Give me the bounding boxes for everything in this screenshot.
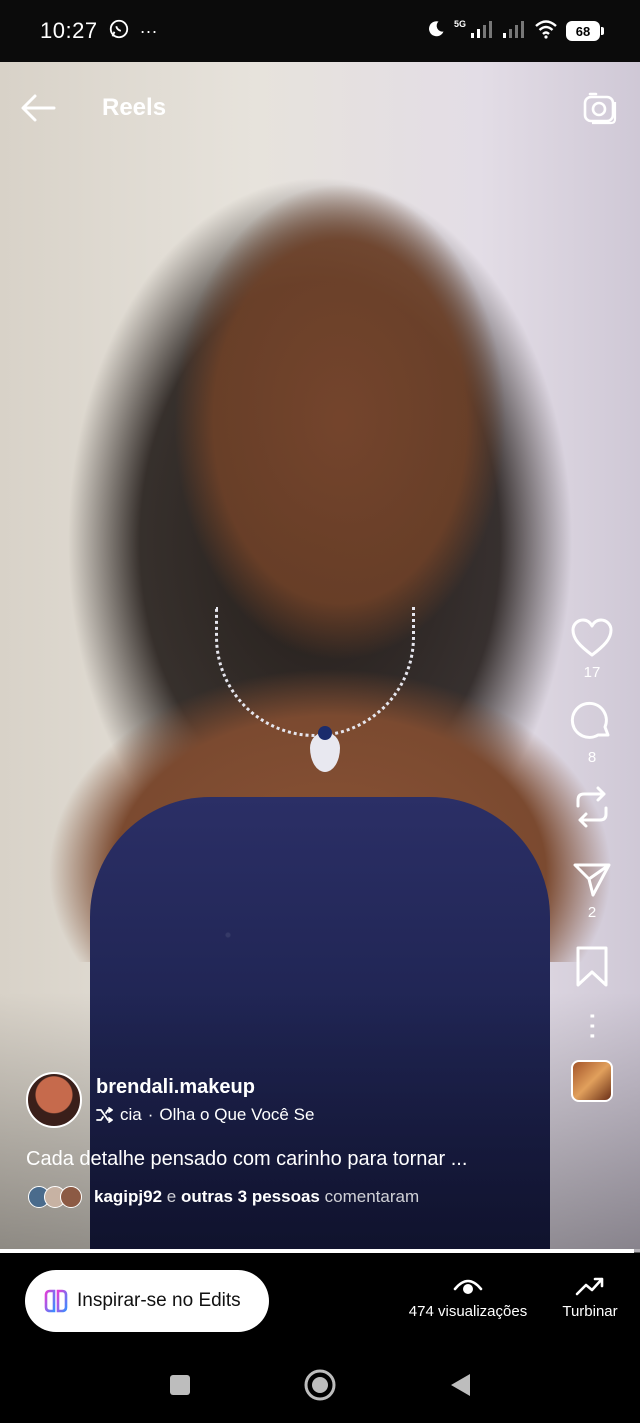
signal-icon — [470, 19, 494, 44]
comment-count: 8 — [587, 749, 597, 766]
home-button[interactable] — [300, 1365, 340, 1405]
comment-verb: comentaram — [324, 1187, 420, 1206]
back-nav-button[interactable] — [440, 1365, 480, 1405]
commenter-avatars — [28, 1186, 82, 1208]
shuffle-icon — [96, 1106, 113, 1123]
signal-icon-2 — [502, 19, 526, 44]
top-bar: Reels — [0, 85, 640, 131]
wifi-icon — [534, 19, 558, 44]
status-left: 10:27 ··· — [40, 18, 158, 45]
audio-title: Olha o Que Você Se — [159, 1104, 315, 1124]
action-rail: 17 8 2 ⋯ — [566, 618, 618, 1102]
comment-icon[interactable] — [570, 699, 614, 743]
commenter-name: kagipj92 — [94, 1187, 163, 1206]
home-circle-icon — [304, 1369, 336, 1401]
save-action — [574, 945, 610, 989]
send-icon[interactable] — [572, 862, 612, 898]
edits-icon — [44, 1289, 68, 1313]
comment-preview[interactable]: kagipj92 e outras 3 pessoas comentaram — [28, 1186, 419, 1208]
like-count: 17 — [583, 664, 601, 681]
boost-label: Turbinar — [562, 1303, 618, 1320]
square-icon — [170, 1375, 190, 1395]
repost-icon[interactable] — [572, 784, 612, 830]
bottom-bar: Inspirar-se no Edits 474 visualizações T… — [0, 1253, 640, 1353]
whatsapp-icon — [108, 18, 130, 45]
heart-icon[interactable] — [570, 618, 614, 658]
eye-icon — [453, 1279, 483, 1294]
share-action: 2 — [572, 862, 612, 921]
edits-label: Inspirar-se no Edits — [77, 1290, 241, 1311]
audio-separator: · — [147, 1104, 154, 1124]
bookmark-icon[interactable] — [574, 945, 610, 989]
network-type: 5G — [453, 19, 466, 29]
audio-thumbnail[interactable] — [571, 1060, 613, 1102]
audio-line[interactable]: cia · Olha o Que Você Se — [96, 1105, 314, 1125]
post-caption[interactable]: Cada detalhe pensado com carinho para to… — [26, 1148, 546, 1171]
comment-others: outras 3 pessoas — [180, 1187, 320, 1206]
recents-button[interactable] — [160, 1365, 200, 1405]
camera-icon — [583, 92, 617, 125]
share-count: 2 — [587, 904, 597, 921]
back-button[interactable] — [20, 88, 60, 128]
audio-artist: cia — [120, 1104, 142, 1124]
arrow-left-icon — [21, 94, 56, 122]
boost-button[interactable]: Turbinar — [554, 1275, 626, 1320]
page-title: Reels — [102, 94, 167, 121]
triangle-back-icon — [451, 1374, 470, 1396]
views-stat[interactable]: 474 visualizações — [400, 1275, 536, 1320]
avatar[interactable] — [26, 1072, 82, 1128]
status-bar: 10:27 ··· 5G 68 — [0, 0, 640, 62]
status-right: 5G 68 — [426, 19, 604, 44]
trending-up-icon — [575, 1277, 604, 1296]
author-text: brendali.makeup cia · Olha o Que Você Se — [96, 1076, 314, 1125]
comment-action: 8 — [570, 699, 614, 766]
edits-inspire-button[interactable]: Inspirar-se no Edits — [25, 1270, 269, 1332]
system-nav-bar — [0, 1353, 640, 1423]
dnd-moon-icon — [426, 19, 446, 44]
remix-action — [572, 784, 612, 830]
camera-button[interactable] — [580, 88, 620, 128]
battery-indicator: 68 — [566, 21, 604, 41]
more-notifications: ··· — [139, 20, 158, 41]
more-options-icon[interactable]: ⋯ — [576, 1011, 609, 1040]
status-time: 10:27 — [40, 18, 98, 43]
views-label: 474 visualizações — [408, 1303, 528, 1320]
commenter-avatar — [60, 1186, 82, 1208]
author-row: brendali.makeup cia · Olha o Que Você Se — [26, 1072, 314, 1128]
comment-connector: e — [166, 1187, 177, 1206]
like-action: 17 — [570, 618, 614, 681]
username[interactable]: brendali.makeup — [96, 1076, 314, 1099]
